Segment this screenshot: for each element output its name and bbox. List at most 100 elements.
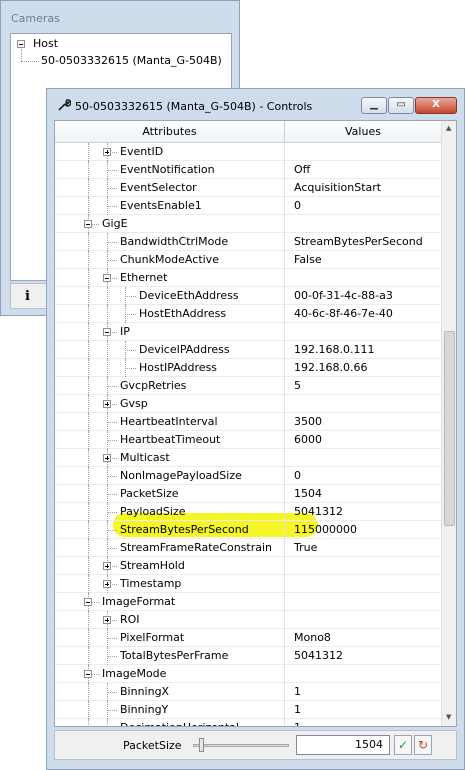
scroll-down-icon[interactable]: ▼ [446,713,451,721]
info-icon[interactable]: i [25,289,30,304]
attribute-value[interactable]: 40-6c-8f-46-7e-40 [294,305,393,323]
table-row[interactable]: StreamFrameRateConstrain True [55,539,441,557]
attribute-value[interactable]: 1 [294,719,301,726]
table-row[interactable]: EventID [55,143,441,161]
table-row[interactable]: DeviceEthAddress 00-0f-31-4c-88-a3 [55,287,441,305]
collapse-icon[interactable] [17,40,25,48]
attribute-value[interactable]: Mono8 [294,629,331,647]
table-row[interactable]: HeartbeatInterval 3500 [55,413,441,431]
revert-button[interactable]: ↻ [414,735,432,755]
column-divider [284,287,285,305]
column-header-attributes[interactable]: Attributes [55,121,285,142]
column-divider [284,251,285,269]
tree-line [88,287,89,305]
table-row[interactable]: EventsEnable1 0 [55,197,441,215]
value-slider-thumb[interactable] [199,738,204,752]
table-row[interactable]: BandwidthCtrlMode StreamBytesPerSecond [55,233,441,251]
scroll-up-icon[interactable]: ▲ [446,124,451,132]
attribute-value[interactable]: 5 [294,377,301,395]
table-row[interactable]: DeviceIPAddress 192.168.0.111 [55,341,441,359]
collapse-icon[interactable] [103,328,111,336]
tree-line [88,521,89,539]
attribute-value[interactable]: 6000 [294,431,322,449]
collapse-icon[interactable] [84,598,92,606]
column-divider [284,575,285,593]
column-header-values[interactable]: Values [285,121,441,142]
table-row[interactable]: EventSelector AcquisitionStart [55,179,441,197]
table-row[interactable]: ChunkModeActive False [55,251,441,269]
value-slider-track[interactable] [193,744,289,747]
table-row[interactable]: HeartbeatTimeout 6000 [55,431,441,449]
table-row[interactable]: StreamHold [55,557,441,575]
table-row[interactable]: EventNotification Off [55,161,441,179]
tree-line [107,188,117,189]
tree-line [107,206,117,207]
maximize-button[interactable]: ▭ [388,97,414,114]
table-row[interactable]: GigE [55,215,441,233]
table-row[interactable]: BinningX 1 [55,683,441,701]
attribute-value[interactable]: 0 [294,467,301,485]
attribute-value[interactable]: 115000000 [294,521,357,539]
attribute-value[interactable]: StreamBytesPerSecond [294,233,423,251]
table-row[interactable]: Ethernet [55,269,441,287]
table-row[interactable]: Timestamp [55,575,441,593]
attribute-value[interactable]: 3500 [294,413,322,431]
table-row[interactable]: NonImagePayloadSize 0 [55,467,441,485]
table-row[interactable]: DecimationHorizontal 1 [55,719,441,726]
scrollbar-thumb[interactable] [444,331,455,526]
table-row[interactable]: Gvsp [55,395,441,413]
attribute-value[interactable]: 0 [294,197,301,215]
expand-icon[interactable] [103,580,111,588]
table-row[interactable]: PacketSize 1504 [55,485,441,503]
attribute-value[interactable]: 5041312 [294,503,343,521]
table-row[interactable]: StreamBytesPerSecond 115000000 [55,521,441,539]
tree-node-camera[interactable]: 50-0503332615 (Manta_G-504B) [41,54,222,67]
table-row[interactable]: HostEthAddress 40-6c-8f-46-7e-40 [55,305,441,323]
table-row[interactable]: BinningY 1 [55,701,441,719]
table-row[interactable]: IP [55,323,441,341]
table-row[interactable]: TotalBytesPerFrame 5041312 [55,647,441,665]
table-row[interactable]: ROI [55,611,441,629]
expand-icon[interactable] [103,400,111,408]
attribute-value[interactable]: 5041312 [294,647,343,665]
tree-line [88,575,89,593]
expand-icon[interactable] [103,616,111,624]
tree-line [107,638,117,639]
attribute-value[interactable]: Off [294,161,310,179]
table-row[interactable]: Multicast [55,449,441,467]
table-row[interactable]: PixelFormat Mono8 [55,629,441,647]
expand-icon[interactable] [103,148,111,156]
attribute-value[interactable]: 1 [294,701,301,719]
collapse-icon[interactable] [84,670,92,678]
attribute-value[interactable]: True [294,539,317,557]
tree-line [107,287,108,305]
attribute-value[interactable]: 1 [294,683,301,701]
attribute-value[interactable]: AcquisitionStart [294,179,381,197]
table-row[interactable]: GvcpRetries 5 [55,377,441,395]
collapse-icon[interactable] [103,274,111,282]
attribute-value[interactable]: 192.168.0.66 [294,359,367,377]
attribute-value[interactable]: 00-0f-31-4c-88-a3 [294,287,393,305]
tree-line [107,548,117,549]
table-row[interactable]: PayloadSize 5041312 [55,503,441,521]
table-row[interactable]: HostIPAddress 192.168.0.66 [55,359,441,377]
attribute-value[interactable]: False [294,251,322,269]
value-input[interactable]: 1504 [296,735,390,755]
expand-icon[interactable] [103,454,111,462]
tree-line [107,242,117,243]
table-row[interactable]: ImageMode [55,665,441,683]
attribute-value[interactable]: 1504 [294,485,322,503]
close-button[interactable]: X [415,97,457,114]
attribute-value[interactable]: 192.168.0.111 [294,341,374,359]
tree-line [125,350,136,351]
table-row[interactable]: ImageFormat [55,593,441,611]
tree-node-host[interactable]: Host [33,37,58,50]
vertical-scrollbar[interactable]: ▲ ▼ [441,121,456,726]
attribute-name: Multicast [120,451,170,464]
apply-button[interactable]: ✓ [394,735,412,755]
collapse-icon[interactable] [84,220,92,228]
minimize-button[interactable]: ▁ [361,97,387,114]
attribute-name: GvcpRetries [120,379,187,392]
editor-label: PacketSize [123,739,182,752]
expand-icon[interactable] [103,562,111,570]
